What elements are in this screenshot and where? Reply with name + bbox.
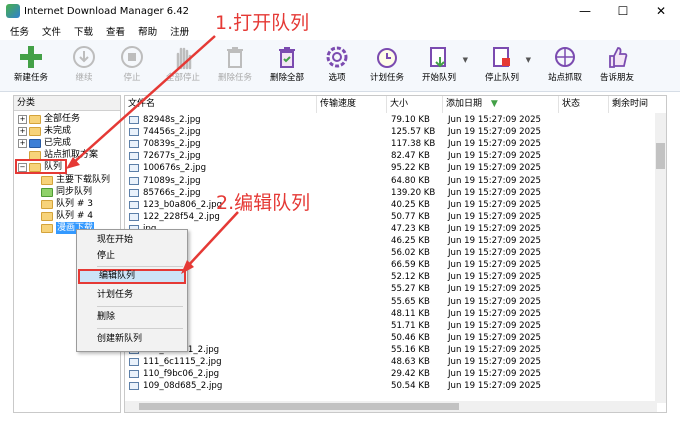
annotation-step2: 2.编辑队列 [216, 192, 311, 214]
annotation-arrows [66, 35, 239, 274]
annotation-step1: 1.打开队列 [215, 12, 310, 34]
arrow-step2 [185, 211, 239, 269]
arrow-step1 [71, 35, 216, 165]
